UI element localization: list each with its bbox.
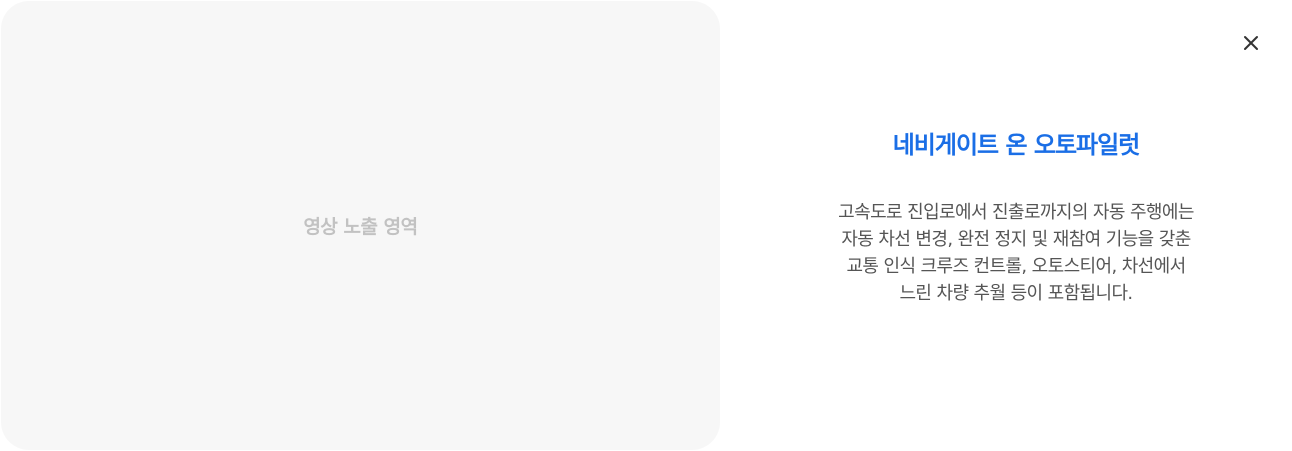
description-line: 교통 인식 크루즈 컨트롤, 오토스티어, 차선에서 <box>846 256 1186 277</box>
description-line: 고속도로 진입로에서 진출로까지의 자동 주행에는 <box>838 202 1194 223</box>
feature-content: 네비게이트 온 오토파일럿 고속도로 진입로에서 진출로까지의 자동 주행에는 … <box>780 128 1252 307</box>
feature-description: 고속도로 진입로에서 진출로까지의 자동 주행에는 자동 차선 변경, 완전 정… <box>780 199 1252 307</box>
feature-title: 네비게이트 온 오토파일럿 <box>892 131 1141 159</box>
video-placeholder[interactable]: 영상 노출 영역 <box>1 1 720 450</box>
description-line: 자동 차선 변경, 완전 정지 및 재참여 기능을 갖춘 <box>841 229 1191 250</box>
description-line: 느린 차량 추월 등이 포함됩니다. <box>899 283 1133 304</box>
video-placeholder-label: 영상 노출 영역 <box>303 216 418 238</box>
close-button[interactable] <box>1236 28 1266 58</box>
modal: 영상 노출 영역 네비게이트 온 오토파일럿 고속도로 진입로에서 진출로까지의… <box>0 0 1292 451</box>
close-icon <box>1244 36 1258 50</box>
